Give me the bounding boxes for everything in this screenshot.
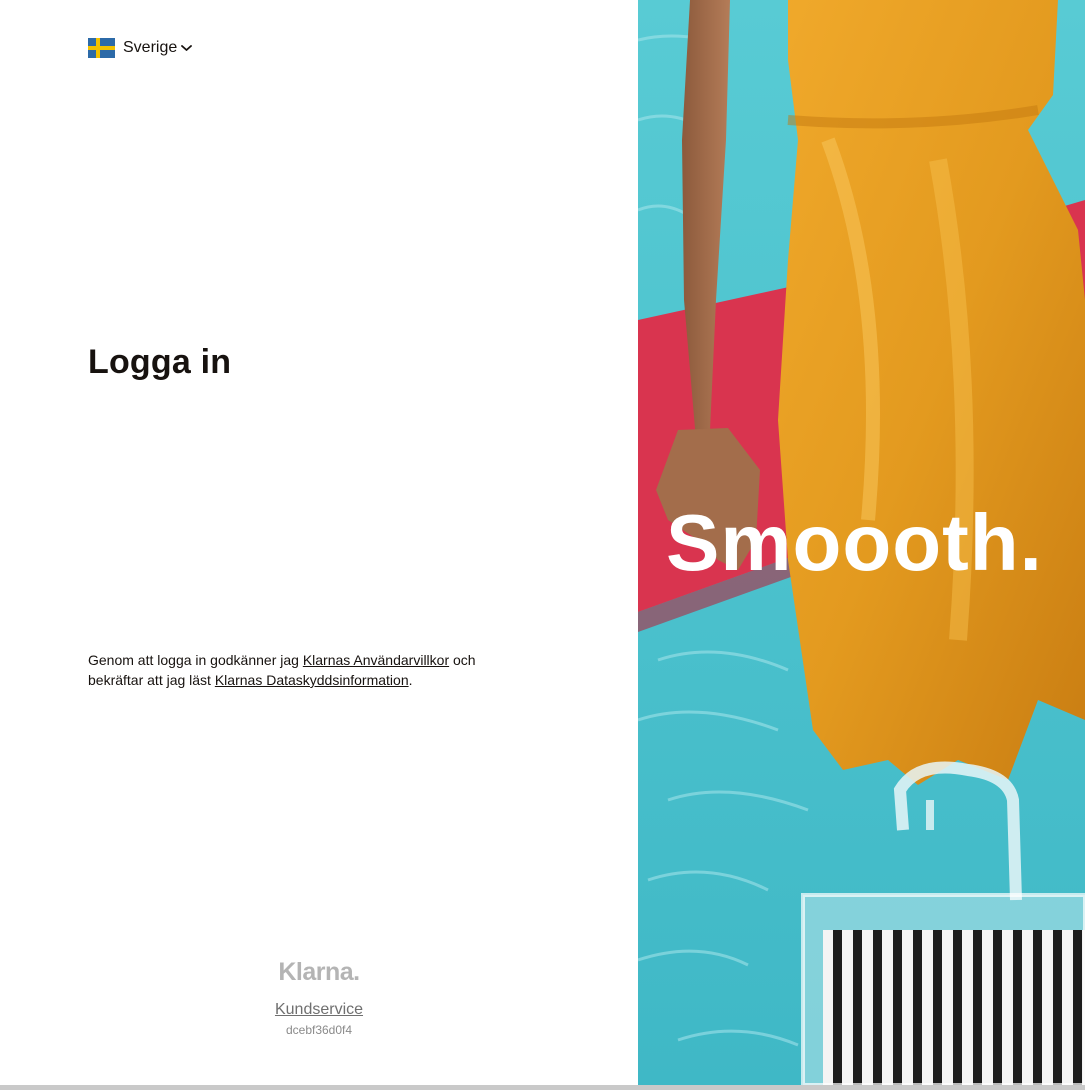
login-panel: Sverige Logga in Genom att logga in godk… (0, 0, 638, 1085)
support-link[interactable]: Kundservice (275, 1001, 363, 1019)
privacy-link[interactable]: Klarnas Dataskyddsinformation (215, 672, 409, 688)
hero-image: Smoooth. (638, 0, 1085, 1085)
terms-text-after: . (408, 672, 413, 688)
country-selector[interactable]: Sverige (88, 38, 193, 58)
build-id: dcebf36d0f4 (285, 1023, 353, 1037)
page-title: Logga in (88, 343, 232, 381)
footer: Klarna. Kundservice dcebf36d0f4 (0, 955, 638, 1037)
chevron-down-icon (181, 45, 193, 51)
country-label: Sverige (123, 39, 178, 56)
window-bottom-edge (0, 1085, 1085, 1090)
klarna-logo: Klarna. (278, 958, 360, 986)
user-terms-link[interactable]: Klarnas Användarvillkor (303, 652, 449, 668)
terms-text-before: Genom att logga in godkänner jag (88, 652, 303, 668)
terms-notice: Genom att logga in godkänner jag Klarnas… (88, 650, 518, 690)
hero-headline: Smoooth. (666, 498, 1043, 587)
sweden-flag-icon (88, 38, 115, 58)
